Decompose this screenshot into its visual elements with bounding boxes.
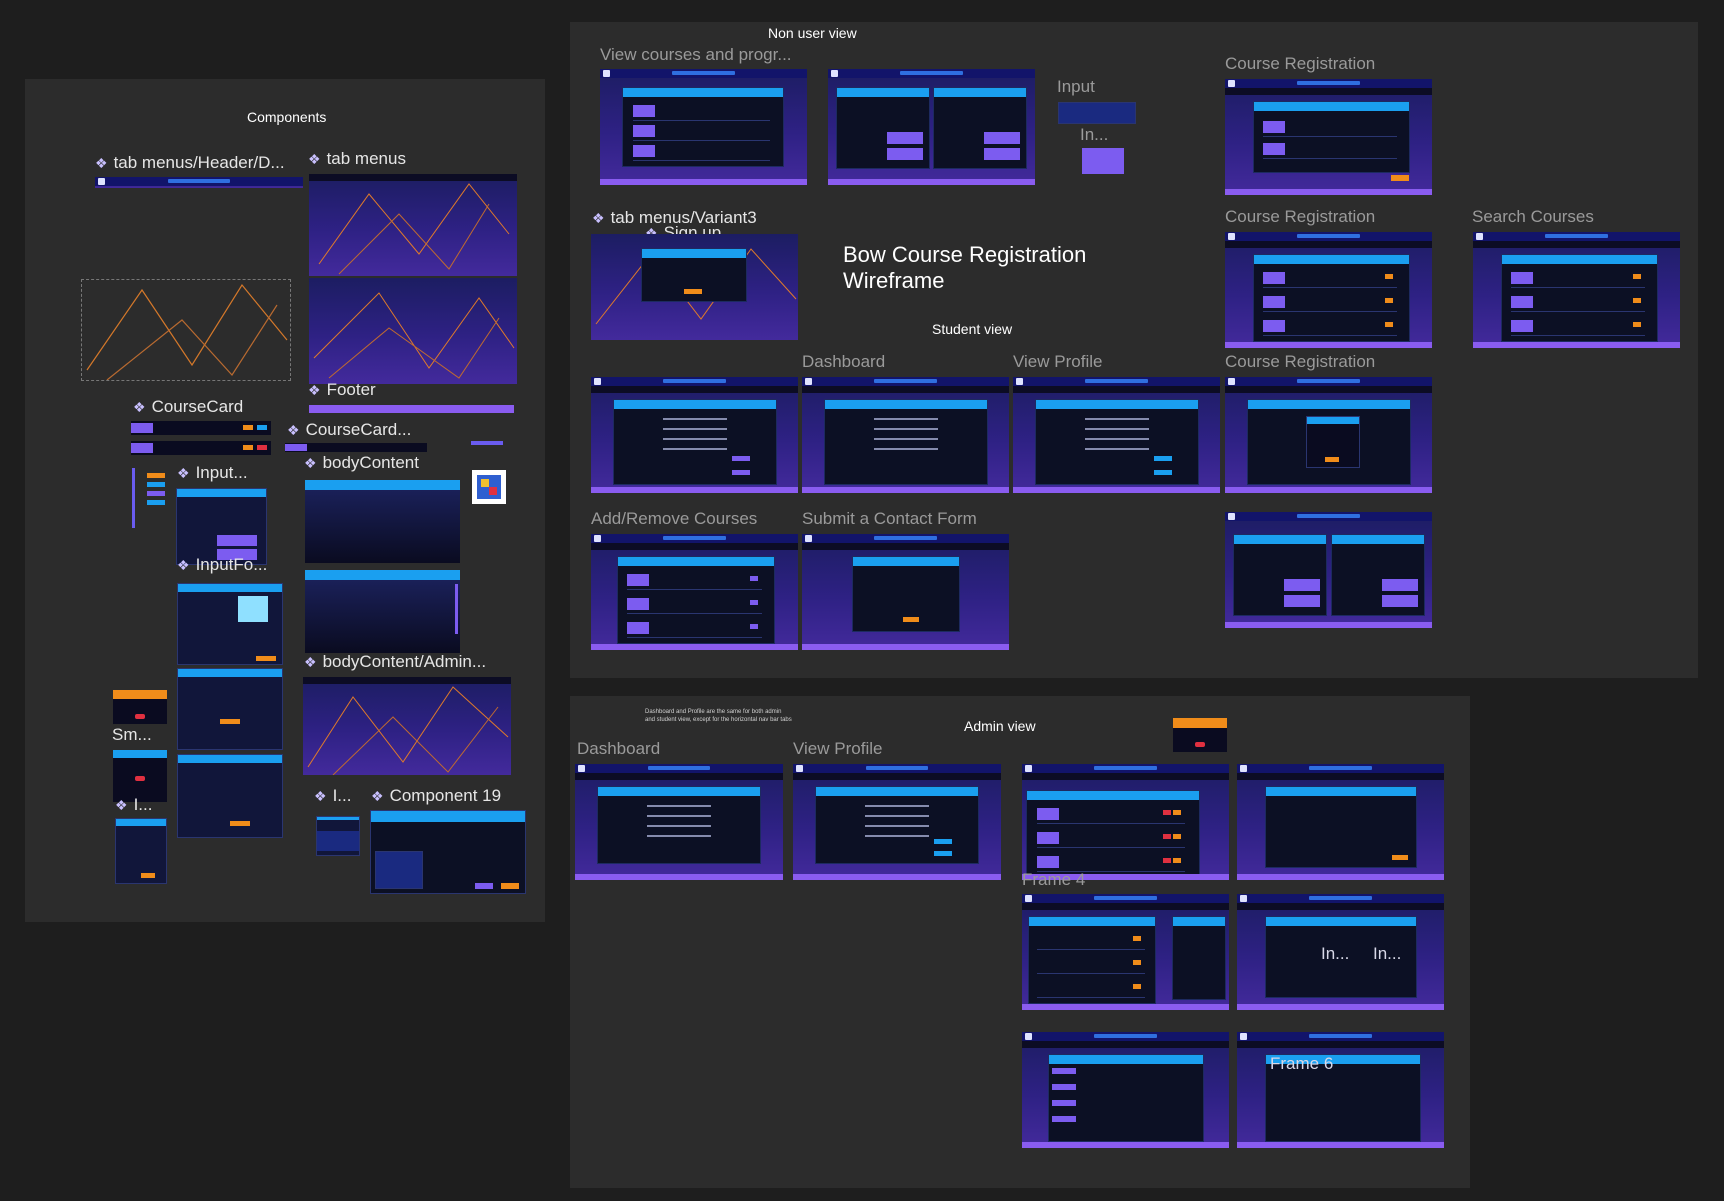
- frame-admin-courses[interactable]: [1022, 764, 1229, 880]
- frame-course-registration-1[interactable]: [1225, 79, 1432, 195]
- footer-component[interactable]: [309, 405, 514, 413]
- frame-student-profile[interactable]: [591, 377, 798, 493]
- label-admin-view-profile[interactable]: View Profile: [793, 739, 882, 759]
- component-label-tab-menus[interactable]: ❖ tab menus: [308, 149, 406, 169]
- coursecard-component-1[interactable]: [131, 421, 271, 435]
- component-label-i[interactable]: ❖ I...: [314, 786, 351, 806]
- header-component[interactable]: [95, 177, 303, 188]
- frame-admin-frame6[interactable]: Frame 6: [1237, 1032, 1444, 1148]
- label-course-registration-3[interactable]: Course Registration: [1225, 352, 1375, 372]
- admin-warning-popup[interactable]: [1173, 718, 1227, 752]
- coursecard-variant[interactable]: [285, 443, 427, 452]
- body-content-admin-component[interactable]: [303, 677, 511, 775]
- frame-admin-search-students[interactable]: In... In...: [1237, 894, 1444, 1010]
- component-label-input[interactable]: ❖ Input...: [177, 463, 248, 483]
- label-contact-form[interactable]: Submit a Contact Form: [802, 509, 977, 529]
- label-admin-in-2[interactable]: In...: [1373, 944, 1401, 964]
- input-form-component-1[interactable]: [177, 583, 283, 665]
- frame-admin-create-course[interactable]: [1237, 764, 1444, 880]
- frame-search-courses[interactable]: [1473, 232, 1680, 348]
- input-card-component[interactable]: [176, 488, 267, 565]
- component-label-sm[interactable]: Sm...: [112, 725, 152, 745]
- label-frame4[interactable]: Frame 4: [1022, 870, 1085, 890]
- body-content-component[interactable]: [305, 480, 460, 563]
- coursecard-component-2[interactable]: [131, 441, 271, 455]
- label-admin-in-1[interactable]: In...: [1321, 944, 1349, 964]
- frame-admin-dashboard[interactable]: [575, 764, 783, 880]
- component-label-tab-header[interactable]: ❖ tab menus/Header/D...: [95, 153, 285, 173]
- input-form-component-3[interactable]: [177, 754, 283, 838]
- background-lines-component[interactable]: [81, 279, 291, 381]
- component-19[interactable]: [370, 810, 526, 894]
- component-label-coursecard2[interactable]: ❖ CourseCard...: [287, 420, 411, 440]
- label-search-courses[interactable]: Search Courses: [1472, 207, 1594, 227]
- input-variant-2[interactable]: [147, 482, 165, 487]
- body-content-variant[interactable]: [305, 570, 460, 653]
- input-form-component-2[interactable]: [177, 668, 283, 750]
- tab-menus-variant[interactable]: [309, 278, 517, 384]
- frame-contact-form[interactable]: [802, 534, 1009, 650]
- frame-add-remove[interactable]: [591, 534, 798, 650]
- component-label-body-content[interactable]: ❖ bodyContent: [304, 453, 419, 473]
- label-course-registration-2[interactable]: Course Registration: [1225, 207, 1375, 227]
- component-label-input-form[interactable]: ❖ InputFo...: [177, 555, 267, 575]
- in-instance[interactable]: [1082, 148, 1124, 174]
- student-view-title: Student view: [932, 321, 1013, 337]
- frame-sign-up[interactable]: [591, 234, 798, 340]
- label-course-registration-1[interactable]: Course Registration: [1225, 54, 1375, 74]
- small-page-tab-label[interactable]: [471, 441, 503, 445]
- label-input[interactable]: Input: [1057, 77, 1095, 97]
- admin-note: Dashboard and Profile are the same for b…: [645, 709, 792, 723]
- component-label-component19[interactable]: ❖ Component 19: [371, 786, 501, 806]
- frame-admin-messages[interactable]: [1022, 1032, 1229, 1148]
- frame-student-dashboard[interactable]: [802, 377, 1009, 493]
- label-in[interactable]: In...: [1080, 125, 1108, 145]
- frame-view-courses-1[interactable]: [600, 69, 807, 185]
- non-user-title: Non user view: [768, 25, 857, 41]
- warning-popup-component[interactable]: [113, 690, 167, 724]
- input-instance[interactable]: [1058, 102, 1136, 124]
- frame-admin-students[interactable]: [1022, 894, 1229, 1010]
- component-label-footer[interactable]: ❖ Footer: [308, 380, 376, 400]
- label-view-profile[interactable]: View Profile: [1013, 352, 1102, 372]
- input-variant-4[interactable]: [147, 500, 165, 505]
- wireframe-title: Bow Course Registration Wireframe: [843, 242, 1087, 293]
- i-component[interactable]: [316, 816, 360, 856]
- frame-course-registration-3[interactable]: [1225, 377, 1432, 493]
- component-label-coursecard[interactable]: ❖ CourseCard: [133, 397, 243, 417]
- label-view-courses[interactable]: View courses and progr...: [600, 45, 792, 65]
- frame-course-registration-2[interactable]: [1225, 232, 1432, 348]
- frame-admin-view-profile[interactable]: [793, 764, 1001, 880]
- label-add-remove[interactable]: Add/Remove Courses: [591, 509, 757, 529]
- input-component-stack[interactable]: [132, 468, 135, 528]
- frame-student-view-profile[interactable]: [1013, 377, 1220, 493]
- component-label-i-small[interactable]: ❖ I...: [115, 795, 152, 815]
- frame-view-courses-2[interactable]: [828, 69, 1035, 185]
- component-label-body-admin[interactable]: ❖ bodyContent/Admin...: [304, 652, 486, 672]
- label-dashboard[interactable]: Dashboard: [802, 352, 885, 372]
- tab-menus-component[interactable]: [309, 174, 517, 276]
- label-frame6[interactable]: Frame 6: [1270, 1054, 1333, 1074]
- components-title: Components: [247, 109, 327, 125]
- input-variant-3[interactable]: [147, 491, 165, 496]
- label-admin-dashboard[interactable]: Dashboard: [577, 739, 660, 759]
- admin-title: Admin view: [964, 718, 1036, 734]
- app-icon-component[interactable]: [472, 470, 506, 504]
- frame-course-registration-4[interactable]: [1225, 512, 1432, 628]
- input-variant-1[interactable]: [147, 473, 165, 478]
- small-form-component[interactable]: [115, 818, 167, 884]
